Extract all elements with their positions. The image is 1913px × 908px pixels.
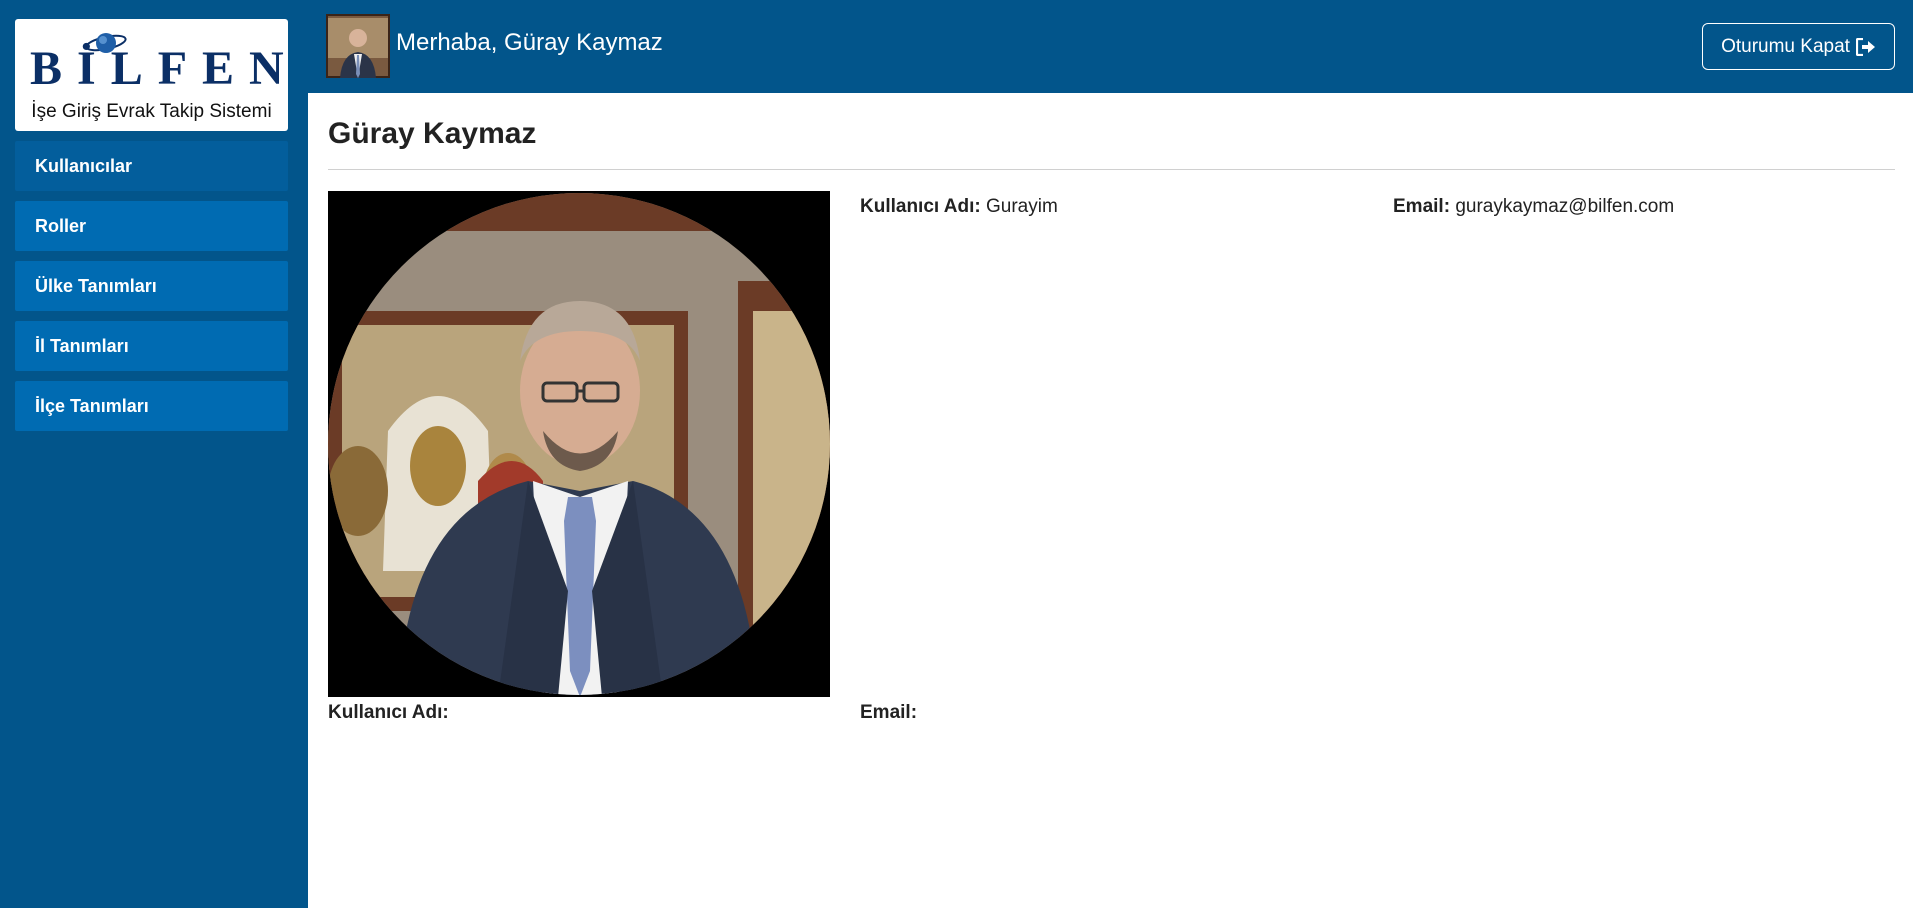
username-label: Kullanıcı Adı: xyxy=(860,196,981,217)
title-divider xyxy=(328,169,1895,170)
sidebar-menu: Kullanıcılar Roller Ülke Tanımları İl Ta… xyxy=(15,141,288,441)
sidebar-item-roller[interactable]: Roller xyxy=(15,201,288,251)
brand-name: BİLFEN xyxy=(30,42,299,95)
sidebar-item-ilce-tanimlari[interactable]: İlçe Tanımları xyxy=(15,381,288,431)
profile-photo-image xyxy=(328,191,830,697)
profile-photo xyxy=(328,191,830,697)
logout-button[interactable]: Oturumu Kapat xyxy=(1702,23,1895,70)
email-label: Email: xyxy=(1393,196,1451,217)
username-value: Gurayim xyxy=(985,196,1058,217)
lower-email-label: Email: xyxy=(860,702,918,723)
username-field: Kullanıcı Adı: Gurayim xyxy=(860,195,1058,219)
brand-subtitle: İşe Giriş Evrak Takip Sistemi xyxy=(31,101,272,122)
avatar-photo xyxy=(326,14,390,78)
avatar[interactable] xyxy=(326,14,390,78)
greeting-text: Merhaba, Güray Kaymaz xyxy=(396,29,663,56)
logout-label: Oturumu Kapat xyxy=(1721,35,1850,57)
top-header: Merhaba, Güray Kaymaz Oturumu Kapat xyxy=(308,0,1913,93)
email-value: guraykaymaz@bilfen.com xyxy=(1455,196,1675,217)
email-field: Email: guraykaymaz@bilfen.com xyxy=(1393,195,1674,219)
page-title: Güray Kaymaz xyxy=(328,117,537,150)
lower-username-field: Kullanıcı Adı: xyxy=(328,701,449,725)
sidebar-item-ulke-tanimlari[interactable]: Ülke Tanımları xyxy=(15,261,288,311)
sidebar-item-il-tanimlari[interactable]: İl Tanımları xyxy=(15,321,288,371)
sidebar-item-kullanicilar[interactable]: Kullanıcılar xyxy=(15,141,288,191)
lower-email-field: Email: xyxy=(860,701,917,725)
sidebar: BİLFEN İşe Giriş Evrak Takip Sistemi Kul… xyxy=(0,0,308,908)
lower-username-label: Kullanıcı Adı: xyxy=(328,702,449,723)
brand-logo[interactable]: BİLFEN İşe Giriş Evrak Takip Sistemi xyxy=(15,19,288,131)
sign-out-icon xyxy=(1855,37,1875,56)
